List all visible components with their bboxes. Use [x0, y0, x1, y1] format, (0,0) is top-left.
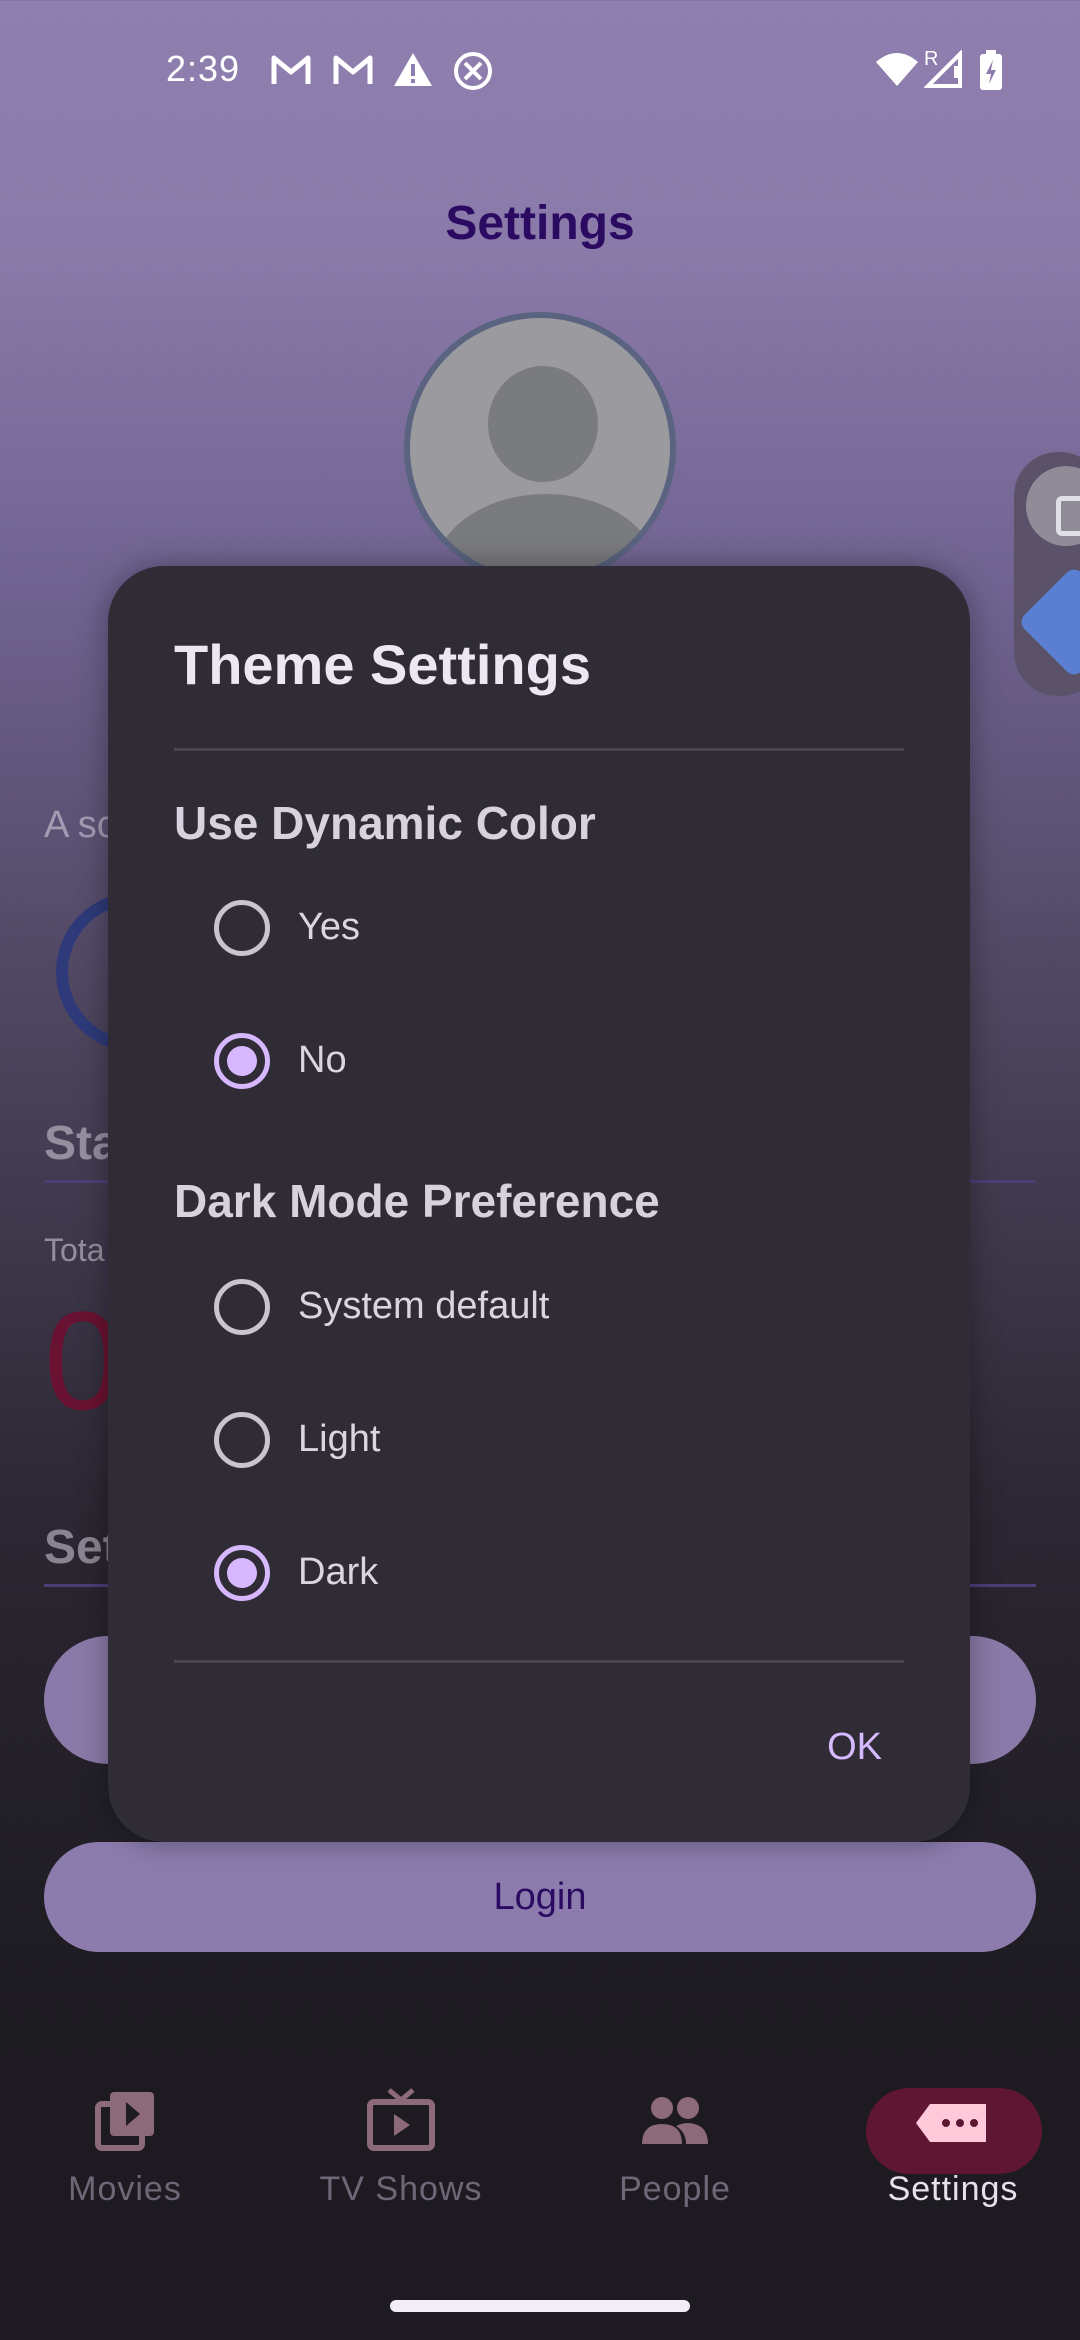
option-dark-light[interactable]: Light [214, 1400, 854, 1480]
section-heading-dark-mode: Dark Mode Preference [174, 1175, 660, 1227]
nav-item-tv-shows[interactable]: TV Shows [266, 2086, 536, 2209]
option-label: No [298, 1039, 347, 1081]
section-heading-dynamic-color: Use Dynamic Color [174, 797, 596, 849]
nav-item-people[interactable]: People [540, 2086, 810, 2209]
option-label: Light [298, 1418, 381, 1460]
option-label: System default [298, 1285, 550, 1327]
status-time: 2:39 [166, 48, 241, 89]
movies-icon [80, 2086, 170, 2156]
theme-settings-dialog: Theme Settings Use Dynamic Color Yes No … [108, 566, 970, 1842]
option-label: Dark [298, 1551, 379, 1593]
ok-button[interactable]: OK [827, 1726, 882, 1769]
option-label: Yes [298, 906, 360, 948]
wifi-icon [876, 53, 918, 86]
option-dark-system-default[interactable]: System default [214, 1267, 854, 1347]
nav-label-settings: Settings [887, 2170, 1019, 2208]
background-description-text: A sc [44, 804, 116, 846]
alert-icon [394, 53, 432, 86]
nav-label-people: People [619, 2170, 731, 2208]
radio-button[interactable] [214, 1279, 270, 1335]
radio-button[interactable] [214, 900, 270, 956]
people-icon [630, 2086, 720, 2156]
option-dynamic-yes[interactable]: Yes [214, 888, 854, 968]
option-dark-dark[interactable]: Dark [214, 1533, 854, 1613]
login-button[interactable]: Login [44, 1842, 1036, 1952]
status-bar: 2:39 R [0, 0, 1080, 140]
total-label: Tota [44, 1232, 105, 1268]
dialog-title: Theme Settings [174, 633, 591, 696]
avatar[interactable] [404, 312, 676, 584]
option-dynamic-no[interactable]: No [214, 1021, 854, 1101]
nav-item-settings[interactable]: Settings [818, 2086, 1080, 2209]
blocked-icon [454, 52, 492, 90]
gmail-icon [333, 55, 373, 84]
settings-tag-icon [908, 2086, 998, 2156]
nav-item-movies[interactable]: Movies [0, 2086, 260, 2209]
home-indicator[interactable] [390, 2300, 690, 2312]
expand-tool-icon[interactable] [1017, 565, 1080, 679]
dialog-divider-top [174, 748, 904, 751]
page-title: Settings [445, 197, 635, 250]
nav-label-tv-shows: TV Shows [319, 2170, 483, 2208]
screenshot-tool-icon[interactable] [1026, 466, 1080, 546]
floating-tools-panel[interactable] [1014, 452, 1080, 696]
radio-button-selected[interactable] [214, 1033, 270, 1089]
nav-label-movies: Movies [68, 2170, 182, 2208]
signal-icon [924, 50, 962, 88]
dialog-divider-bottom [174, 1660, 904, 1663]
battery-charging-icon [980, 50, 1002, 90]
radio-button-selected[interactable] [214, 1545, 270, 1601]
radio-button[interactable] [214, 1412, 270, 1468]
gmail-icon [271, 55, 311, 84]
tv-icon [356, 2086, 446, 2156]
